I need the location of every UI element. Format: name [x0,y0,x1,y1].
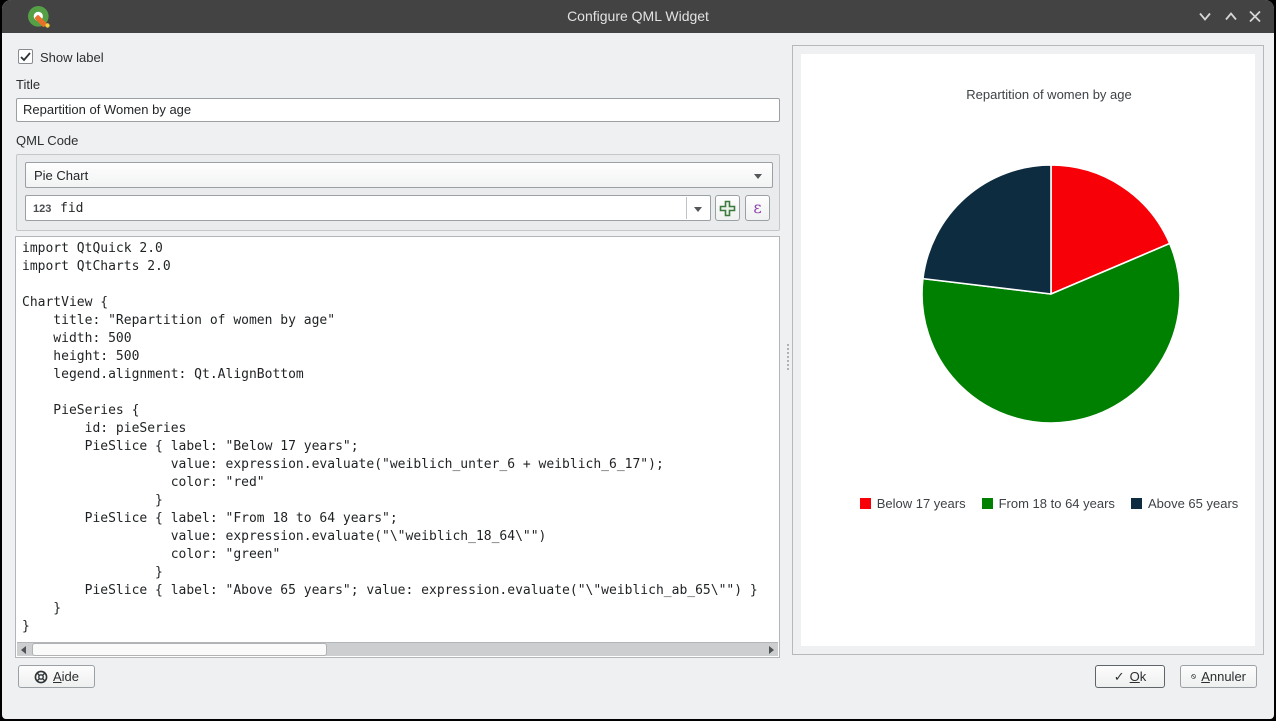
combo-separator [686,197,687,219]
legend-label: Below 17 years [877,496,966,511]
pie-slice [923,165,1051,294]
widget-type-value: Pie Chart [34,168,88,183]
cancel-icon [1191,670,1196,683]
chart-canvas: Repartition of women by age Below 17 yea… [801,54,1255,646]
legend-marker [982,498,993,509]
integer-field-icon: 123 [33,203,51,215]
help-lifebuoy-icon [34,670,48,684]
help-button[interactable]: Aide [18,665,95,688]
dialog-window: Configure QML Widget Show label Title Re… [0,0,1276,721]
chevron-down-icon [754,174,762,179]
expression-field-value: fid [60,201,83,216]
epsilon-icon: ε [753,198,761,217]
window-maximize-icon[interactable] [1224,10,1238,23]
qml-preview-panel: Repartition of women by age Below 17 yea… [792,45,1264,655]
cancel-button-label: Annuler [1201,669,1246,684]
legend-marker [1131,498,1142,509]
titlebar[interactable]: Configure QML Widget [2,0,1274,33]
chevron-down-icon [694,207,702,212]
show-label-checkbox[interactable] [18,49,33,64]
chart-legend: Below 17 years From 18 to 64 years Above… [801,496,1255,511]
scroll-right-icon[interactable] [769,646,774,654]
dialog-surface: Configure QML Widget Show label Title Re… [2,0,1274,719]
expression-field-select[interactable]: 123 fid [25,195,711,221]
window-close-icon[interactable] [1248,10,1262,23]
legend-item: Below 17 years [860,496,966,511]
legend-item: From 18 to 64 years [982,496,1115,511]
widget-type-select[interactable]: Pie Chart [25,162,773,188]
legend-label: Above 65 years [1148,496,1238,511]
splitter-handle[interactable] [785,342,791,366]
ok-button[interactable]: ✓ Ok [1095,665,1165,688]
pie-chart [920,163,1182,425]
window-title: Configure QML Widget [2,8,1274,24]
qml-code-group: Pie Chart 123 fid ε [16,154,780,231]
ok-button-label: Ok [1130,669,1147,684]
add-expression-button[interactable] [715,195,740,221]
help-button-label: Aide [53,669,79,684]
show-label-text: Show label [40,50,104,65]
horizontal-scrollbar[interactable] [17,642,778,656]
chart-title: Repartition of women by age [801,87,1255,102]
qml-code-editor[interactable]: import QtQuick 2.0 import QtCharts 2.0 C… [15,236,780,658]
code-editor-text: import QtQuick 2.0 import QtCharts 2.0 C… [22,240,758,636]
expression-builder-button[interactable]: ε [745,195,770,221]
checkmark-icon [19,51,32,63]
legend-item: Above 65 years [1131,496,1238,511]
qml-code-label: QML Code [16,133,78,148]
scroll-left-icon[interactable] [21,646,26,654]
window-shade-icon[interactable] [1198,10,1212,23]
title-label: Title [16,77,40,92]
scrollbar-thumb[interactable] [32,643,327,656]
legend-label: From 18 to 64 years [999,496,1115,511]
cancel-button[interactable]: Annuler [1180,665,1257,688]
check-icon: ✓ [1114,669,1125,685]
plus-icon [719,200,736,217]
title-input[interactable]: Repartition of Women by age [16,98,780,122]
legend-marker [860,498,871,509]
